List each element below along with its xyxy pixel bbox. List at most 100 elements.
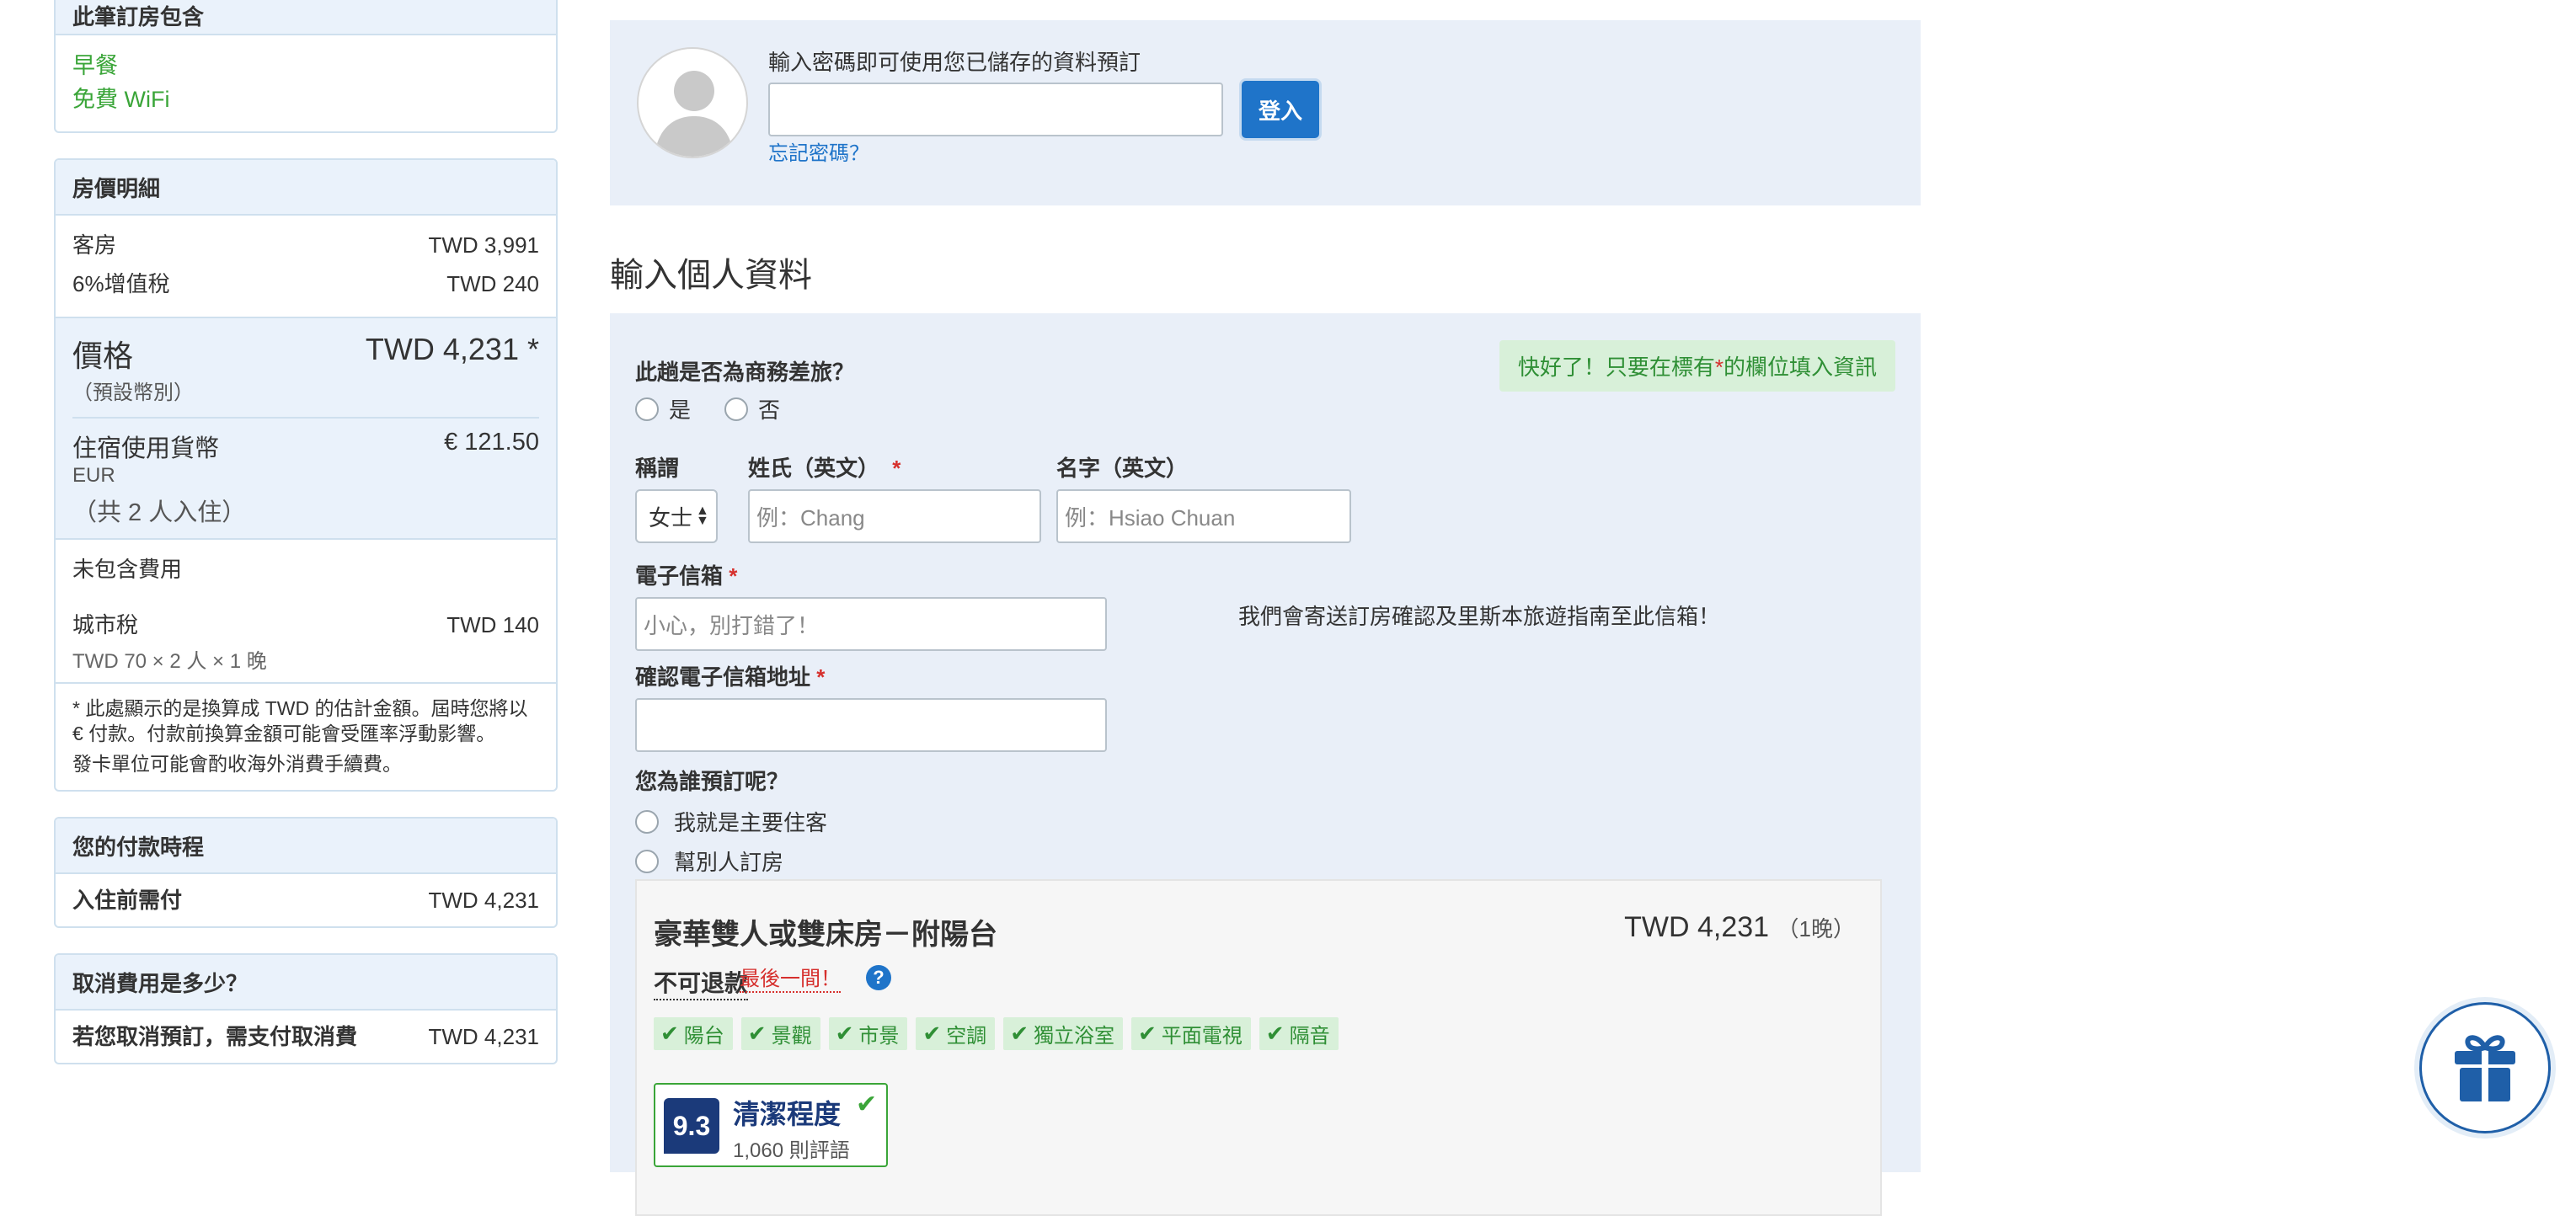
lastname-input[interactable]: 例：Chang [748,489,1041,543]
payment-schedule-panel: 您的付款時程 入住前需付 TWD 4,231 [54,817,558,928]
firstname-placeholder: 例：Hsiao Chuan [1065,504,1236,531]
amenity-tag: ✔ 市景 [828,1017,908,1050]
total-price-value: TWD 4,231 * [365,332,539,366]
include-wifi: 免費 WiFi [72,87,170,112]
check-icon: ✔ [1010,1021,1029,1046]
payment-due-label: 入住前需付 [72,888,183,913]
excluded-fees-title: 未包含費用 [72,557,183,582]
email-placeholder: 小心，別打錯了！ [644,612,820,638]
total-price-label: 價格 [72,339,134,373]
amenity-ac: 空調 [946,1025,987,1048]
amenity-soundproof: 隔音 [1289,1025,1330,1048]
booking-summary-sidebar: 此筆訂房包含 早餐 免費 WiFi 房價明細 客房 TWD 3,991 6%增值… [54,0,558,1090]
for-other-option[interactable]: 幫別人訂房 [635,845,827,877]
user-avatar-icon [637,47,748,158]
city-tax-calc: TWD 70 × 2 人 × 1 晚 [72,650,267,673]
guest-count: （共 2 人入住） [72,499,247,526]
includes-title: 此筆訂房包含 [56,0,556,35]
lastname-label: 姓氏（英文） * [748,451,1041,483]
firstname-label: 名字（英文） [1056,456,1189,481]
check-icon: ✔ [922,1021,942,1046]
lastname-required-star: * [892,456,901,481]
payment-due-row: 入住前需付 TWD 4,231 [72,881,539,920]
amenity-tag: ✔ 空調 [916,1017,996,1050]
business-trip-question: 此趟是否為商務差旅？ [635,360,855,385]
amenity-view: 景觀 [771,1025,812,1048]
review-count: 1,060 則評語 [733,1139,850,1162]
check-icon: ✔ [660,1021,679,1046]
amenity-tag: ✔ 平面電視 [1130,1017,1251,1050]
price-detail-title: 房價明細 [56,160,556,216]
amenity-tag: ✔ 隔音 [1259,1017,1339,1050]
forgot-password-link[interactable]: 忘記密碼？ [768,136,869,166]
personal-info-title: 輸入個人資料 [610,257,812,294]
select-arrows-icon: ▲ ▼ [696,504,709,528]
business-yes-label: 是 [669,397,692,423]
gift-button[interactable] [2419,1002,2551,1133]
amenity-tag: ✔ 獨立浴室 [1003,1017,1123,1050]
email-label-text: 電子信箱 [635,563,724,589]
include-breakfast: 早餐 [72,53,118,78]
default-currency-note: （預設幣別） [72,381,194,404]
title-label: 稱謂 [635,456,680,481]
required-fields-hint: 快好了！只要在標有*的欄位填入資訊 [1499,340,1895,392]
room-price-label: 客房 [72,232,117,258]
business-yes-radio[interactable] [635,397,659,421]
business-no-radio[interactable] [724,397,749,421]
amenity-city-view: 市景 [858,1025,900,1048]
firstname-input[interactable]: 例：Hsiao Chuan [1056,489,1351,543]
hint-star: * [1714,355,1724,380]
currency-note: * 此處顯示的是換算成 TWD 的估計金額。屆時您將以 € 付款。付款前換算金額… [72,697,528,744]
non-refundable-label[interactable]: 不可退款 [654,965,749,1000]
cleanliness-label: 清潔程度 [733,1099,842,1129]
amenity-tv: 平面電視 [1161,1025,1243,1048]
email-input[interactable]: 小心，別打錯了！ [635,597,1107,651]
check-icon: ✔ [856,1091,878,1118]
lastname-label-text: 姓氏（英文） [748,456,880,481]
amenity-balcony: 陽台 [683,1025,724,1048]
city-tax-value: TWD 140 [446,612,539,637]
city-tax-row: 城市稅 TWD 140 [72,605,539,644]
room-price-amount: TWD 4,231 [1624,911,1770,943]
local-currency-code: EUR [72,464,115,487]
email-label: 電子信箱 * [635,559,1107,590]
local-currency-label: 住宿使用貨幣 [72,435,220,462]
payment-schedule-title: 您的付款時程 [56,819,556,874]
amenity-tags: ✔ 陽台 ✔ 景觀 ✔ 市景 ✔ 空調 ✔ 獨立浴室 ✔ 平面電視 ✔ 隔音 [654,1017,1339,1050]
confirm-email-label: 確認電子信箱地址 * [635,660,1107,691]
for-self-option[interactable]: 我就是主要住客 [635,806,827,837]
local-currency-value: € 121.50 [444,429,539,456]
lastname-placeholder: 例：Chang [756,504,865,531]
login-button[interactable]: 登入 [1242,81,1319,138]
cleanliness-score-box: 9.3 清潔程度 ✔ 1,060 則評語 [654,1083,888,1167]
booking-form-column: 輸入密碼即可使用您已儲存的資料預訂 登入 忘記密碼？ 輸入個人資料 快好了！只要… [610,20,1921,1216]
cancellation-fee-label: 若您取消預訂，需支付取消費 [72,1024,358,1049]
for-other-label: 幫別人訂房 [674,850,784,875]
room-price-value: TWD 3,991 [428,232,540,258]
check-icon: ✔ [1265,1021,1285,1046]
vat-row: 6%增值稅 TWD 240 [72,264,539,303]
for-self-radio[interactable] [635,809,659,834]
password-input[interactable] [768,83,1223,136]
business-trip-options: 是 否 [635,393,854,424]
fee-note: 發卡單位可能會酌收海外消費手續費。 [72,753,402,775]
amenity-bathroom: 獨立浴室 [1033,1025,1114,1048]
room-card: 豪華雙人或雙床房－附陽台 TWD 4,231 （1晚） 不可退款 最後一間！ ?… [635,879,1882,1216]
title-select[interactable]: 女士 ▲ ▼ [635,489,718,543]
for-self-label: 我就是主要住客 [674,810,828,835]
room-price-row: 客房 TWD 3,991 [72,226,539,264]
last-room-badge: 最後一間！ [740,962,841,993]
confirm-email-input[interactable] [635,698,1107,752]
amenity-tag: ✔ 景觀 [740,1017,820,1050]
help-icon[interactable]: ? [866,965,891,990]
vat-value: TWD 240 [446,271,539,296]
payment-due-value: TWD 4,231 [428,888,540,913]
for-other-radio[interactable] [635,849,659,873]
includes-panel: 此筆訂房包含 早餐 免費 WiFi [54,0,558,133]
cancellation-fee-value: TWD 4,231 [428,1024,540,1049]
hint-suffix: 的欄位填入資訊 [1723,355,1877,380]
check-icon: ✔ [747,1021,767,1046]
hint-prefix: 快好了！只要在標有 [1517,355,1715,380]
vat-label: 6%增值稅 [72,271,170,296]
cleanliness-score: 9.3 [664,1098,719,1154]
